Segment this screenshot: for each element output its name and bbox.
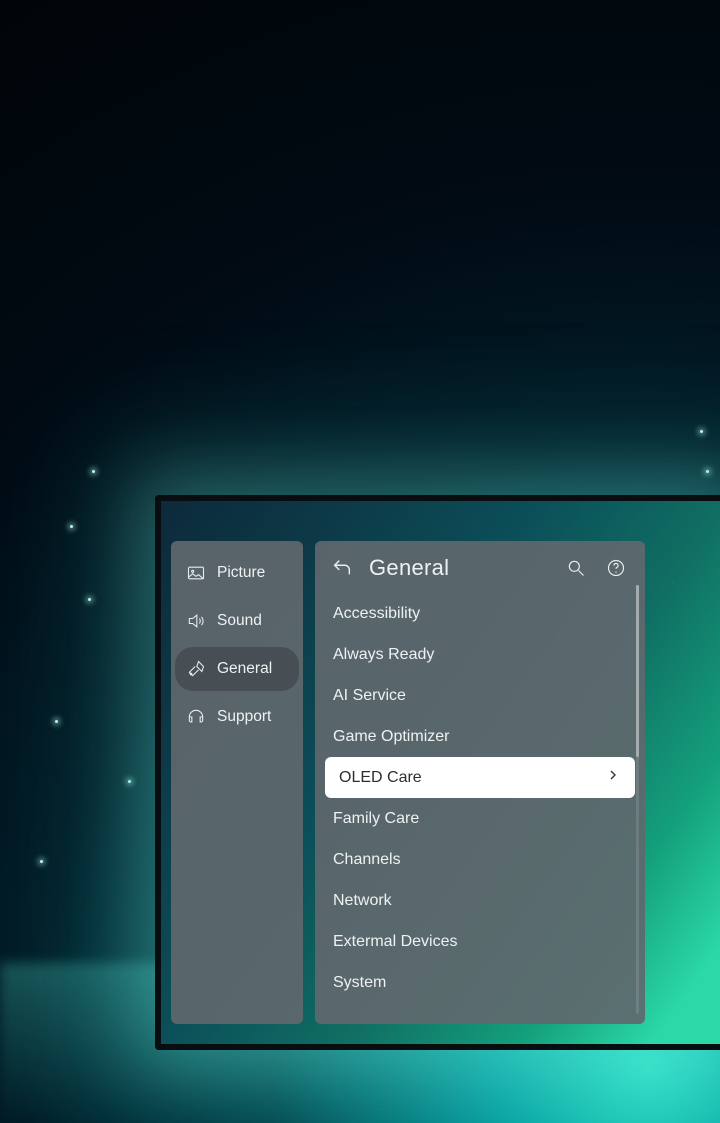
sidebar-item-general[interactable]: General	[175, 647, 299, 691]
menu-item-label: Family Care	[333, 810, 419, 828]
settings-ui: Picture Sound General	[171, 541, 645, 1024]
sidebar-item-label: Sound	[217, 612, 262, 630]
search-icon	[566, 558, 586, 578]
panel-title: General	[369, 555, 549, 581]
settings-sidebar: Picture Sound General	[171, 541, 303, 1024]
menu-item-ai-service[interactable]: AI Service	[315, 675, 645, 716]
ambient-spark	[706, 470, 709, 473]
menu-item-game-optimizer[interactable]: Game Optimizer	[315, 716, 645, 757]
picture-icon	[185, 562, 207, 584]
sidebar-item-label: Support	[217, 708, 271, 726]
support-icon	[185, 706, 207, 728]
menu-item-label: Always Ready	[333, 646, 434, 664]
sidebar-item-support[interactable]: Support	[175, 695, 299, 739]
menu-item-label: Extermal Devices	[333, 933, 457, 951]
ambient-spark	[700, 430, 703, 433]
settings-panel: General Accessibility Always Ready	[315, 541, 645, 1024]
menu-item-family-care[interactable]: Family Care	[315, 798, 645, 839]
ambient-spark	[88, 598, 91, 601]
scrollbar-thumb[interactable]	[636, 585, 639, 757]
ambient-spark	[92, 470, 95, 473]
chevron-right-icon	[605, 767, 621, 788]
menu-item-label: Network	[333, 892, 392, 910]
menu-item-label: OLED Care	[339, 769, 422, 787]
menu-item-system[interactable]: System	[315, 962, 645, 1003]
ambient-spark	[70, 525, 73, 528]
menu-item-accessibility[interactable]: Accessibility	[315, 593, 645, 634]
menu-item-oled-care[interactable]: OLED Care	[325, 757, 635, 798]
sidebar-item-sound[interactable]: Sound	[175, 599, 299, 643]
sidebar-item-picture[interactable]: Picture	[175, 551, 299, 595]
menu-item-always-ready[interactable]: Always Ready	[315, 634, 645, 675]
help-button[interactable]	[603, 555, 629, 581]
search-button[interactable]	[563, 555, 589, 581]
ambient-spark	[55, 720, 58, 723]
tv-frame: Picture Sound General	[155, 495, 720, 1050]
tv-screen: Picture Sound General	[161, 501, 720, 1044]
menu-item-label: System	[333, 974, 386, 992]
sound-icon	[185, 610, 207, 632]
menu-item-label: AI Service	[333, 687, 406, 705]
back-button[interactable]	[329, 555, 355, 581]
sidebar-item-label: Picture	[217, 564, 265, 582]
menu-item-label: Game Optimizer	[333, 728, 449, 746]
sidebar-item-label: General	[217, 660, 272, 678]
panel-header: General	[315, 541, 645, 593]
ambient-spark	[40, 860, 43, 863]
menu-item-label: Channels	[333, 851, 401, 869]
general-icon	[185, 658, 207, 680]
ambient-spark	[128, 780, 131, 783]
scrollbar[interactable]	[636, 585, 639, 1014]
menu-item-network[interactable]: Network	[315, 880, 645, 921]
menu-item-external-devices[interactable]: Extermal Devices	[315, 921, 645, 962]
menu-item-channels[interactable]: Channels	[315, 839, 645, 880]
menu-item-label: Accessibility	[333, 605, 420, 623]
help-icon	[606, 558, 626, 578]
panel-list: Accessibility Always Ready AI Service Ga…	[315, 593, 645, 1024]
back-icon	[331, 557, 353, 579]
